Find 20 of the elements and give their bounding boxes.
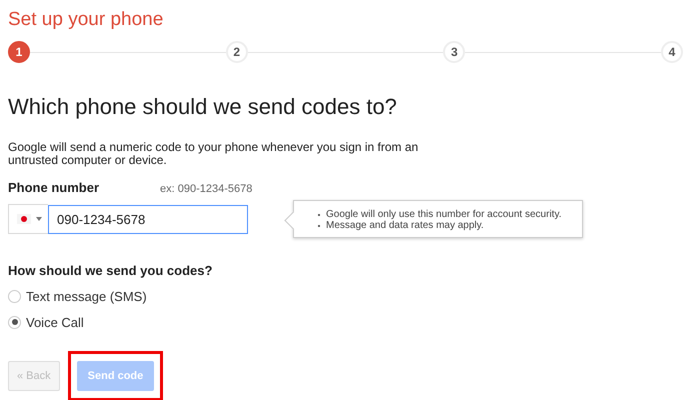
- step-indicator: 2: [226, 41, 248, 63]
- tooltip-text: Google will only use this number for account security.: [326, 209, 562, 220]
- flag-icon: [17, 214, 31, 224]
- tooltip-text: Message and data rates may apply.: [326, 220, 484, 231]
- phone-field[interactable]: 090-1234-5678: [48, 204, 248, 234]
- radio-option[interactable]: Voice Call: [8, 314, 682, 330]
- radio-button[interactable]: [8, 290, 21, 302]
- radio-option[interactable]: Text message (SMS): [8, 288, 682, 304]
- description: Google will send a numeric code to your phone whenever you sign in from an untrusted computer or device.: [8, 141, 420, 167]
- question: How should we send you codes?: [8, 263, 214, 278]
- field-label: Phone number: [8, 180, 100, 195]
- page-title: Set up your phone: [8, 9, 164, 31]
- country-select[interactable]: [8, 204, 48, 234]
- example-hint: ex: 090-1234-5678: [160, 183, 252, 195]
- radio-button[interactable]: [8, 316, 21, 328]
- step-indicator: 3: [443, 41, 466, 63]
- caret-icon: [36, 217, 42, 221]
- heading: Which phone should we send codes to?: [8, 93, 398, 121]
- step-indicator: 1: [8, 41, 30, 63]
- step-indicator: 4: [661, 41, 684, 63]
